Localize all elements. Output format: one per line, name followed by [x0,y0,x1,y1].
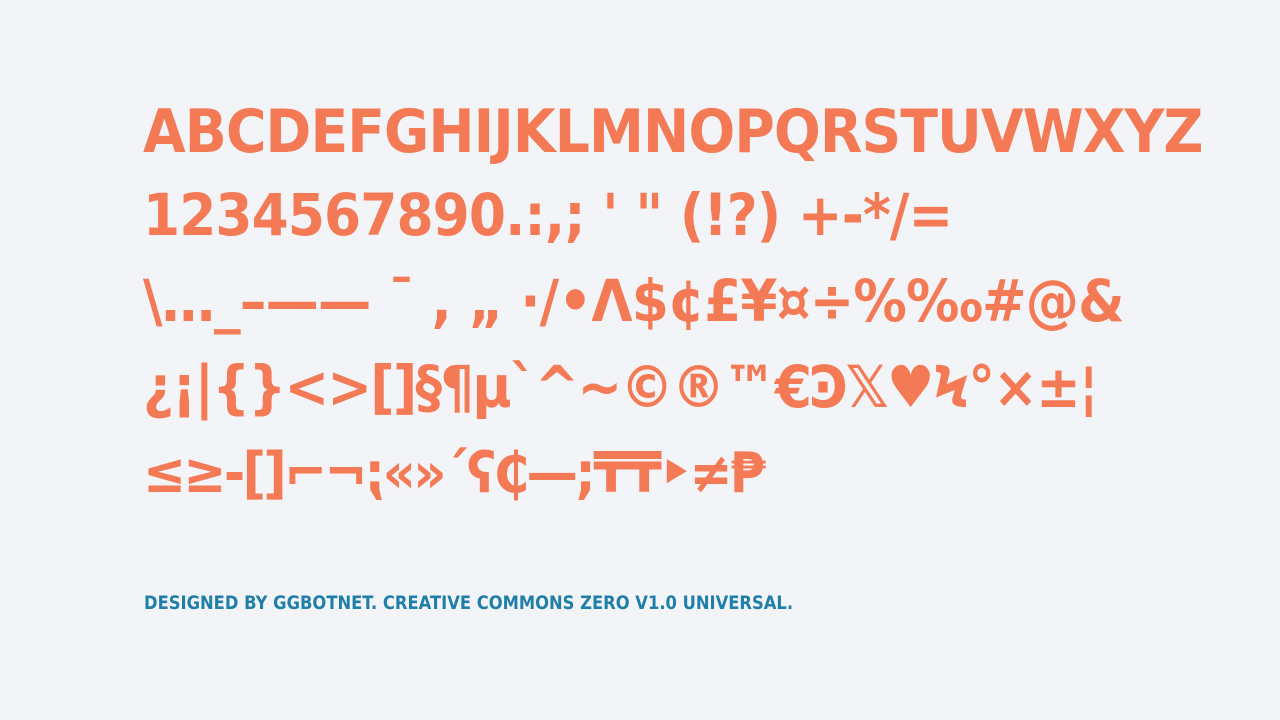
font-specimen-page: ABCDEFGHIJKLMNOPQRSTUVWXYZ 1234567890.:,… [0,0,1280,720]
credit-line: DESIGNED BY GGBOTNET. CREATIVE COMMONS Z… [144,592,794,614]
specimen-line-digits-punctuation: 1234567890.:,; ' " (!?) +-*/= [143,181,953,249]
specimen-line-special-symbols: ¿¡|{}<>[]§¶µ`^~©®™€Ͽ𝕏♥Ϟ°×±¦ [143,353,1098,421]
specimen-line-uppercase: ABCDEFGHIJKLMNOPQRSTUVWXYZ [143,97,1203,167]
specimen-line-extra-symbols: ≤≥-[]⌐¬⁏«»´ʕ₵—;₸₸‣≠₱ [143,441,766,506]
specimen-line-symbols: \…_–—— ¯ , „ ·/•Λ$¢£¥¤÷%‰#@& [143,267,1125,335]
